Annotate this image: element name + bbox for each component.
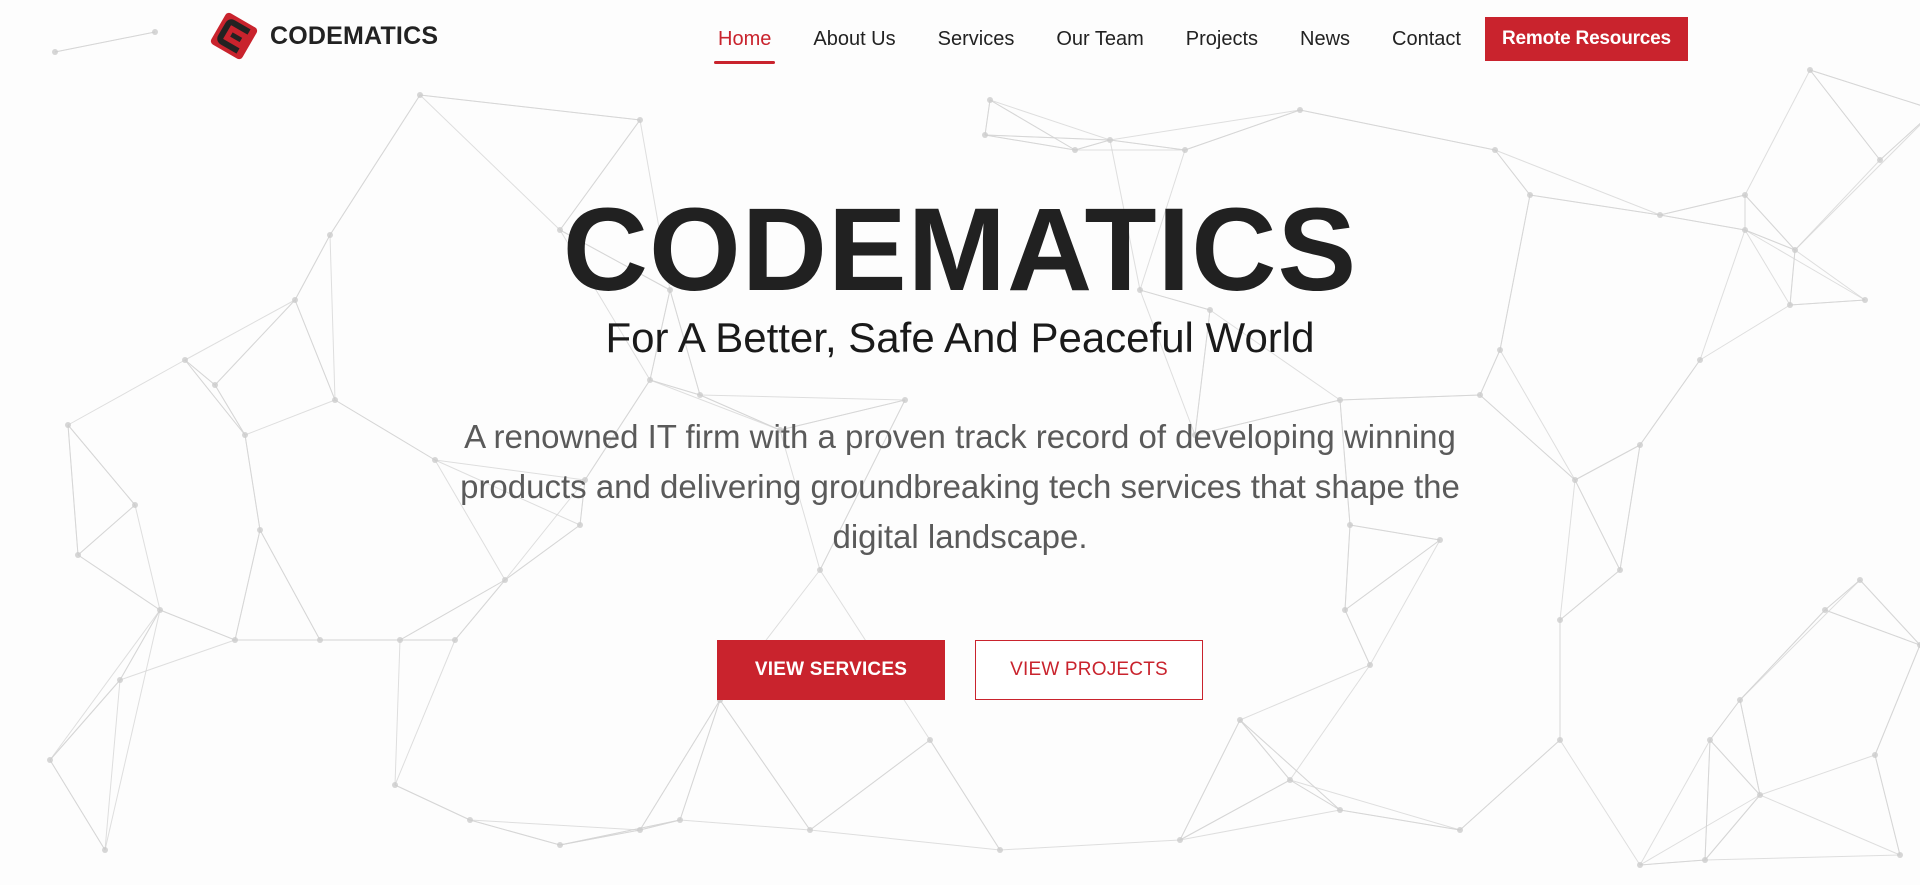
- hero-section: CODEMATICS For A Better, Safe And Peacef…: [0, 0, 1920, 885]
- nav-item-projects[interactable]: Projects: [1186, 18, 1258, 60]
- nav-item-our-team[interactable]: Our Team: [1056, 18, 1143, 60]
- site-header: CODEMATICS Home About Us Services Our Te…: [0, 0, 1920, 76]
- view-services-button[interactable]: VIEW SERVICES: [717, 640, 945, 700]
- nav-item-contact[interactable]: Contact: [1392, 18, 1461, 60]
- view-projects-button[interactable]: VIEW PROJECTS: [975, 640, 1203, 700]
- hero-title: CODEMATICS: [562, 184, 1358, 316]
- nav-item-services[interactable]: Services: [938, 18, 1015, 60]
- logo-link[interactable]: CODEMATICS: [208, 10, 438, 62]
- nav-item-about-us[interactable]: About Us: [813, 18, 895, 60]
- logo-text: CODEMATICS: [270, 21, 439, 50]
- codematics-logo-icon: [210, 12, 258, 60]
- main-nav: Home About Us Services Our Team Projects…: [713, 17, 1688, 64]
- hero-buttons: VIEW SERVICES VIEW PROJECTS: [0, 640, 1920, 700]
- hero-subtitle: For A Better, Safe And Peaceful World: [605, 314, 1315, 361]
- nav-item-news[interactable]: News: [1300, 18, 1350, 60]
- page: CODEMATICS Home About Us Services Our Te…: [0, 0, 1920, 885]
- hero-description: A renowned IT firm with a proven track r…: [460, 418, 1460, 555]
- nav-item-home[interactable]: Home: [713, 18, 776, 64]
- remote-resources-button[interactable]: Remote Resources: [1484, 17, 1688, 61]
